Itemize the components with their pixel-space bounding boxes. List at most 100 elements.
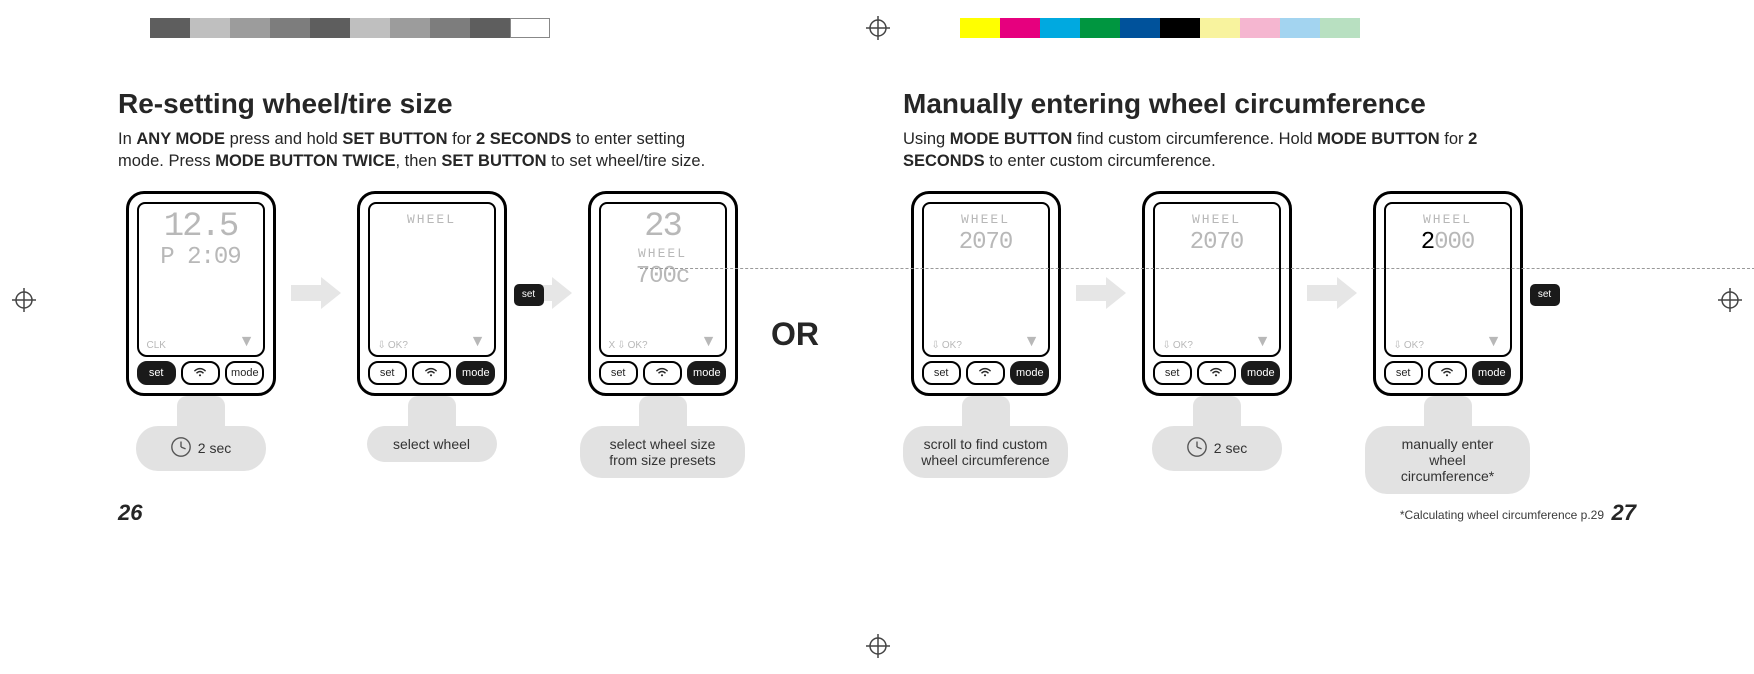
- pill-label: select wheel: [393, 436, 470, 452]
- print-colorbar-left: [150, 18, 550, 38]
- or-separator: OR: [771, 232, 819, 437]
- pill-container: manually enter wheel circumference*: [1365, 396, 1530, 494]
- device-row-right: WHEEL2070⇩OK?setmodescroll to find custo…: [903, 191, 1638, 494]
- pill-label: scroll to find custom wheel circumferenc…: [921, 436, 1050, 468]
- device-body: 12.5P 2:09 CLK set mode: [126, 191, 276, 396]
- colorbar-swatch: [1280, 18, 1320, 38]
- page-number-right: 27: [1612, 500, 1636, 526]
- device-mode-button[interactable]: mode: [1241, 361, 1280, 385]
- device-wifi-button[interactable]: [412, 361, 451, 385]
- title-right: Manually entering wheel circumference: [903, 88, 1638, 120]
- screen-bottom-row: ⇩OK?: [932, 333, 1040, 351]
- screen-label: WHEEL: [932, 212, 1040, 227]
- device-mode-button[interactable]: mode: [456, 361, 495, 385]
- colorbar-swatch: [470, 18, 510, 38]
- device-body: WHEEL 2070 ⇩OK? set mode: [911, 191, 1061, 396]
- colorbar-swatch: [230, 18, 270, 38]
- device-wifi-button[interactable]: [1197, 361, 1236, 385]
- device-screen: WHEEL2000⇩OK?: [1384, 202, 1512, 357]
- device-screen: 12.5P 2:09 CLK: [137, 202, 265, 357]
- ok-prompt: OK?: [942, 340, 962, 351]
- colorbar-swatch: [1000, 18, 1040, 38]
- colorbar-swatch: [1080, 18, 1120, 38]
- device-wifi-button[interactable]: [181, 361, 220, 385]
- screen-bottom-row: ⇩OK?: [1163, 333, 1271, 351]
- instruction-right: Using MODE BUTTON find custom circumfere…: [903, 128, 1513, 173]
- colorbar-swatch: [1240, 18, 1280, 38]
- device-set-button[interactable]: set: [599, 361, 638, 385]
- device-mode-button[interactable]: mode: [687, 361, 726, 385]
- screen-sub: 700c: [609, 263, 717, 290]
- pill-stem: [177, 396, 225, 428]
- instruction-left: In ANY MODE press and hold SET BUTTON fo…: [118, 128, 728, 173]
- down-triangle-icon: [239, 333, 255, 351]
- clk-label: CLK: [147, 340, 166, 351]
- device-set-button[interactable]: set: [1153, 361, 1192, 385]
- device: 23WHEEL700cX⇩OK?setmodeselect wheel size…: [580, 191, 745, 478]
- device-body: 23WHEEL700cX⇩OK?setmode: [588, 191, 738, 396]
- screen-sub: P 2:09: [147, 244, 255, 271]
- screen-sub: 2000: [1394, 229, 1502, 256]
- screen-bottom-row: ⇩OK?: [378, 333, 486, 351]
- screen-big: 12.5: [147, 210, 255, 244]
- screen-bottom-row: CLK: [147, 333, 255, 351]
- device-screen: WHEEL⇩OK?: [368, 202, 496, 357]
- instruction-pill: select wheel size from size presets: [580, 426, 745, 478]
- ok-prompt: OK?: [628, 340, 648, 351]
- screen-bottom-row: ⇩OK?: [1394, 333, 1502, 351]
- screen-sub: 2070: [932, 229, 1040, 256]
- device: WHEEL2070⇩OK?setmode2 sec: [1134, 191, 1299, 471]
- set-badge: set: [514, 284, 544, 306]
- colorbar-swatch: [960, 18, 1000, 38]
- pill-container: scroll to find custom wheel circumferenc…: [903, 396, 1068, 478]
- down-arrow-icon: ⇩: [1163, 340, 1171, 351]
- colorbar-swatch: [310, 18, 350, 38]
- device: WHEEL⇩OK?setmodesetselect wheel: [349, 191, 514, 462]
- colorbar-swatch: [270, 18, 310, 38]
- registration-mark-right: [1718, 288, 1742, 312]
- colorbar-swatch: [1120, 18, 1160, 38]
- device-mode-button[interactable]: mode: [1010, 361, 1049, 385]
- colorbar-swatch: [430, 18, 470, 38]
- device-wifi-button[interactable]: [1428, 361, 1467, 385]
- pill-stem: [1424, 396, 1472, 428]
- screen-bottom-row: X⇩OK?: [609, 333, 717, 351]
- down-triangle-icon: [470, 333, 486, 351]
- device-wifi-button[interactable]: [643, 361, 682, 385]
- device-screen: WHEEL 2070 ⇩OK?: [922, 202, 1050, 357]
- pill-label: select wheel size from size presets: [598, 436, 727, 468]
- device-mode-button[interactable]: mode: [1472, 361, 1511, 385]
- device-body: WHEEL2070⇩OK?setmode: [1142, 191, 1292, 396]
- print-colorbar-right: [960, 18, 1360, 38]
- title-left: Re-setting wheel/tire size: [118, 88, 853, 120]
- step-arrow-icon: [291, 191, 341, 396]
- section-resetting-wheel: Re-setting wheel/tire size In ANY MODE p…: [118, 88, 903, 494]
- colorbar-swatch: [510, 18, 550, 38]
- pill-container: select wheel: [367, 396, 497, 462]
- instruction-pill: 2 sec: [136, 426, 266, 471]
- footnote: *Calculating wheel circumference p.29: [1400, 508, 1604, 522]
- device-mode-button[interactable]: mode: [225, 361, 264, 385]
- device-wifi-button[interactable]: [966, 361, 1005, 385]
- device-set-button[interactable]: set: [922, 361, 961, 385]
- ok-prompt: OK?: [1404, 340, 1424, 351]
- down-triangle-icon: [1486, 333, 1502, 351]
- instruction-pill: 2 sec: [1152, 426, 1282, 471]
- registration-mark-left: [12, 288, 36, 312]
- pill-stem: [639, 396, 687, 428]
- down-arrow-icon: ⇩: [378, 340, 386, 351]
- pill-label: manually enter wheel circumference*: [1383, 436, 1512, 484]
- down-triangle-icon: [701, 333, 717, 351]
- device-set-button[interactable]: set: [137, 361, 176, 385]
- device: WHEEL2000⇩OK?setmodesetmanually enter wh…: [1365, 191, 1530, 494]
- device-body: WHEEL2000⇩OK?setmodeset: [1373, 191, 1523, 396]
- pill-container: select wheel size from size presets: [580, 396, 745, 478]
- ok-prompt: OK?: [1173, 340, 1193, 351]
- colorbar-swatch: [1040, 18, 1080, 38]
- registration-mark-bottom: [866, 634, 890, 658]
- device-set-button[interactable]: set: [1384, 361, 1423, 385]
- step-arrow-icon: [1076, 191, 1126, 396]
- device-set-button[interactable]: set: [368, 361, 407, 385]
- down-triangle-icon: [1255, 333, 1271, 351]
- device-button-row: set mode: [137, 361, 265, 385]
